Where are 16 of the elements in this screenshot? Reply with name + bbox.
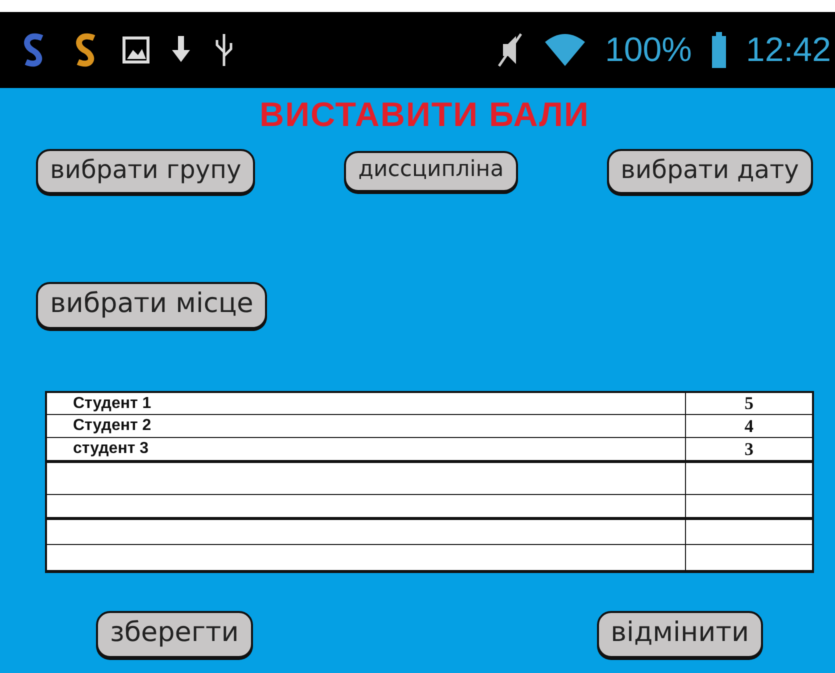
cancel-button[interactable]: відмінити bbox=[596, 611, 763, 658]
table-cell: Студент 2 bbox=[47, 415, 685, 438]
select-button[interactable]: вибрати дату bbox=[606, 149, 813, 194]
select-button[interactable]: вибрати групу bbox=[36, 149, 256, 194]
table-cell: 3 bbox=[685, 438, 812, 463]
table-cell: студент 3 bbox=[47, 438, 685, 463]
battery-percent: 100% bbox=[604, 30, 692, 70]
select-button[interactable]: диссципліна bbox=[344, 151, 518, 192]
save-button[interactable]: зберегти bbox=[96, 611, 253, 658]
select-place-button[interactable]: вибрати місце bbox=[36, 282, 268, 329]
screen-title: ВИСТАВИТИ БАЛИ bbox=[258, 96, 590, 135]
clock: 12:42 bbox=[746, 30, 831, 70]
table-cell: 5 bbox=[685, 393, 812, 415]
table-cell: 4 bbox=[685, 415, 812, 438]
table-cell: Студент 1 bbox=[47, 393, 685, 415]
battery-icon bbox=[710, 30, 728, 70]
